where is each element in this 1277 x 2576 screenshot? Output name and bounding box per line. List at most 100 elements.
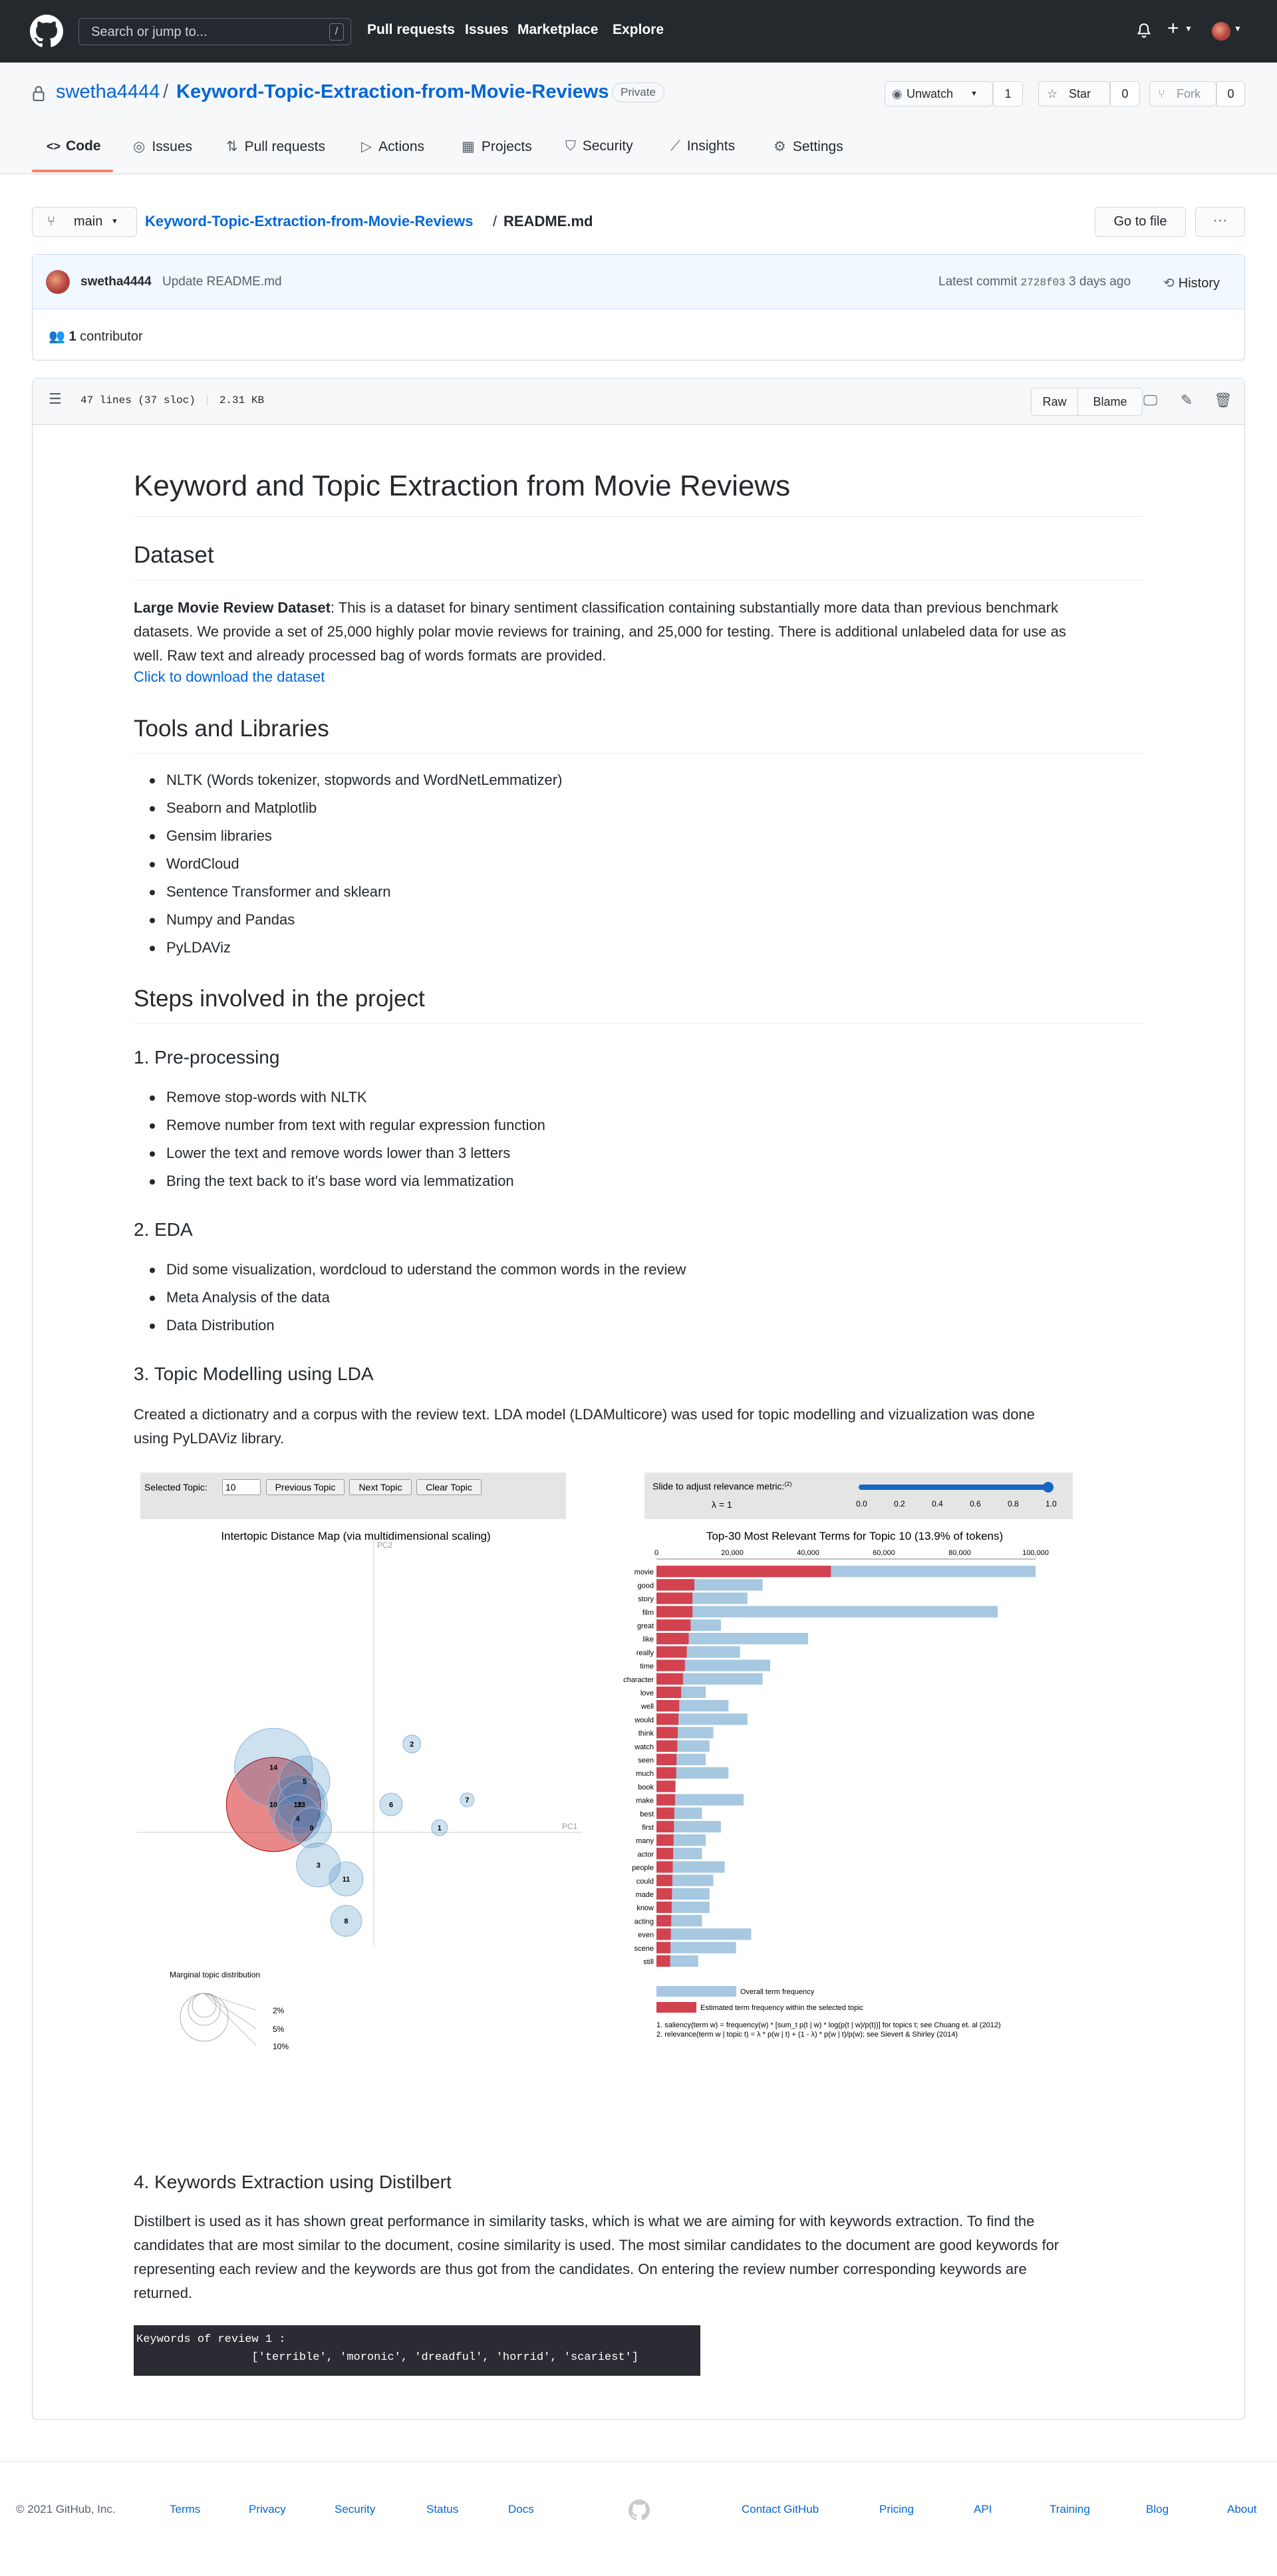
divider (134, 516, 1143, 517)
repo-owner-link[interactable]: swetha4444 (56, 81, 160, 103)
author-avatar[interactable] (46, 270, 70, 294)
nav-pull-requests[interactable]: Pull requests (367, 22, 455, 38)
repo-name-link[interactable]: Keyword-Topic-Extraction-from-Movie-Revi… (176, 81, 609, 103)
tab-code[interactable]: <> Code (47, 138, 101, 154)
topic-label-11: 11 (343, 1876, 351, 1884)
commit-message[interactable]: Update README.md (162, 275, 282, 289)
commit-author[interactable]: swetha4444 (80, 275, 152, 289)
bar-topic-great (656, 1619, 691, 1631)
footer-link-security[interactable]: Security (335, 2503, 375, 2516)
bar-topic-even (656, 1928, 671, 1940)
lda-text-2: using PyLDAViz library. (134, 1430, 285, 1447)
active-tab-indicator (32, 170, 113, 172)
list-item: PyLDAViz (149, 939, 231, 956)
next-topic-button[interactable]: Next Topic (349, 1479, 412, 1495)
nav-explore[interactable]: Explore (613, 22, 664, 38)
footer-link-training[interactable]: Training (1050, 2503, 1090, 2516)
github-mark-icon[interactable] (629, 2500, 650, 2521)
star-count[interactable]: 0 (1110, 81, 1140, 106)
branch-name: main (74, 214, 103, 229)
previous-topic-button[interactable]: Previous Topic (266, 1479, 345, 1495)
download-dataset-link[interactable]: Click to download the dataset (134, 668, 325, 686)
footer-link-about[interactable]: About (1227, 2503, 1256, 2516)
footer-link-pricing[interactable]: Pricing (879, 2503, 914, 2516)
term-label-could: could (637, 1878, 654, 1886)
nav-issues[interactable]: Issues (465, 22, 508, 38)
list-unordered-icon[interactable]: ☰ (49, 390, 62, 408)
footer-link-contact[interactable]: Contact GitHub (742, 2503, 819, 2516)
more-options-button[interactable]: ··· (1195, 207, 1245, 237)
relevant-terms-bar-chart: 0 20,000 40,000 60,000 80,000 100,000 movie goo… (623, 1549, 1049, 2039)
divider (134, 1023, 1143, 1024)
desktop-icon[interactable]: 🖵 (1143, 392, 1157, 409)
commit-hash[interactable]: 2728f03 (1021, 277, 1065, 289)
topic-label-4: 4 (296, 1815, 301, 1823)
branch-selector[interactable]: ⑂ main ▼ (32, 207, 137, 237)
people-icon: 👥 (49, 329, 65, 344)
footer-link-blog[interactable]: Blog (1146, 2503, 1169, 2516)
search-shortcut-key: / (329, 23, 344, 41)
tab-settings[interactable]: ⚙ Settings (774, 138, 843, 155)
tab-insights[interactable]: ⟋ Insights (670, 138, 735, 154)
slider-help: (2) (784, 1481, 792, 1487)
list-item: Lower the text and remove words lower th… (149, 1145, 511, 1161)
bar-topic-watch (656, 1740, 678, 1752)
bar-topic-book (656, 1781, 676, 1792)
bar-overall-film (656, 1606, 998, 1618)
play-icon: ▷ (361, 139, 372, 154)
list-item: Data Distribution (150, 1317, 275, 1334)
pull-request-icon: ⇅ (226, 139, 238, 154)
trash-icon[interactable]: 🗑 (1214, 392, 1232, 409)
search-input[interactable]: Search or jump to... / (78, 18, 351, 45)
contributors-info[interactable]: 👥 1 contributor (49, 328, 143, 345)
bar-topic-time (656, 1659, 685, 1671)
kw-text-4: returned. (134, 2285, 193, 2301)
selected-topic-input[interactable]: 10 (222, 1479, 261, 1495)
go-to-file-button[interactable]: Go to file (1095, 207, 1186, 237)
breadcrumb-repo-link[interactable]: Keyword-Topic-Extraction-from-Movie-Revi… (145, 213, 473, 230)
contributors-label: contributor (80, 329, 143, 344)
term-label-many: many (636, 1837, 654, 1845)
star-button[interactable]: ☆ Star (1038, 81, 1110, 106)
tab-projects[interactable]: ▦ Projects (462, 138, 532, 155)
tab-pull-requests[interactable]: ⇅ Pull requests (226, 138, 325, 155)
tab-issues[interactable]: ◎ Issues (133, 138, 192, 155)
nav-marketplace[interactable]: Marketplace (517, 22, 598, 38)
relevance-slider-track[interactable] (859, 1485, 1052, 1490)
footer-link-api[interactable]: API (974, 2503, 992, 2516)
relevance-slider-handle[interactable] (1043, 1482, 1054, 1493)
divider (134, 753, 1143, 754)
unwatch-button[interactable]: ◉ Unwatch ▼ (885, 81, 993, 106)
tab-actions[interactable]: ▷ Actions (361, 138, 424, 155)
chevron-down-icon: ▼ (1185, 24, 1193, 33)
topic-label-8: 8 (344, 1918, 348, 1926)
kw-text-2: candidates that are most similar to the … (134, 2237, 1060, 2253)
shield-icon: ⛉ (565, 138, 576, 154)
git-branch-icon: ⑂ (47, 214, 55, 229)
fork-count[interactable]: 0 (1216, 81, 1245, 106)
file-lines: 47 lines (37 sloc) (80, 394, 196, 406)
readme-title: Keyword and Topic Extraction from Movie … (134, 470, 791, 502)
history-link[interactable]: ⟲ History (1163, 275, 1220, 291)
user-avatar[interactable] (1212, 22, 1230, 41)
tab-security[interactable]: ⛉ Security (565, 138, 633, 154)
footer-link-privacy[interactable]: Privacy (249, 2503, 286, 2516)
marginal-distribution-legend (180, 1993, 257, 2046)
watch-count[interactable]: 1 (993, 81, 1023, 106)
blame-button[interactable]: Blame (1078, 388, 1142, 415)
notifications-bell-icon[interactable] (1136, 22, 1152, 39)
create-new-plus-icon[interactable]: + (1167, 17, 1179, 40)
footer-link-docs[interactable]: Docs (508, 2503, 534, 2516)
term-label-really: really (637, 1649, 654, 1657)
term-label-people: people (632, 1864, 654, 1872)
term-label-great: great (637, 1622, 654, 1630)
global-header: Search or jump to... / Pull requests Iss… (0, 0, 1277, 63)
footer-link-status[interactable]: Status (426, 2503, 458, 2516)
github-logo-icon[interactable] (30, 15, 63, 48)
fork-button[interactable]: ⑂ Fork (1149, 81, 1216, 106)
clear-topic-button[interactable]: Clear Topic (416, 1479, 482, 1495)
term-label-still: still (643, 1958, 654, 1966)
raw-button[interactable]: Raw (1032, 388, 1078, 415)
pencil-icon[interactable]: ✎ (1181, 392, 1193, 409)
footer-link-terms[interactable]: Terms (170, 2503, 200, 2516)
